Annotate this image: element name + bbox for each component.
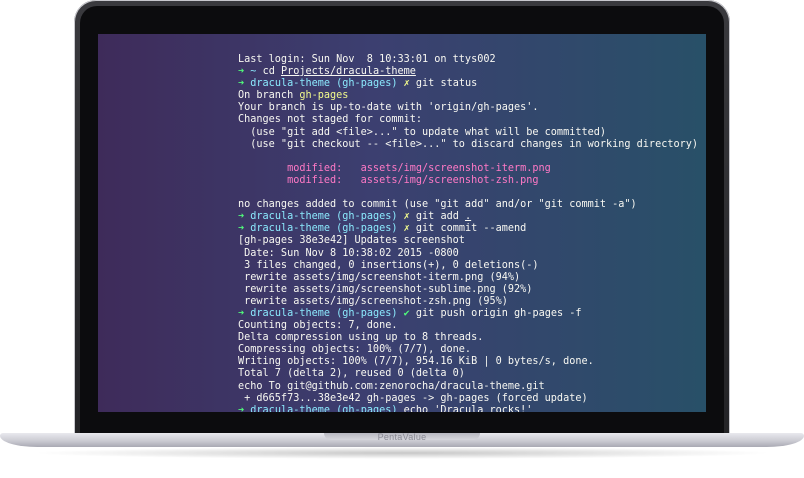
terminal-line: echo To git@github.com:zenorocha/dracula… xyxy=(238,381,698,393)
terminal-text-segment: ➜ xyxy=(238,404,251,412)
terminal-text-segment: (use "git add <file>..." to update what … xyxy=(238,126,607,138)
terminal-text-segment: echo 'Dracula rocks!' xyxy=(403,404,533,412)
terminal-text-segment: modified: assets/img/screenshot-zsh.png xyxy=(238,174,539,186)
terminal-text-segment: ✗ xyxy=(403,78,416,90)
terminal-text-segment: Writing objects: 100% (7/7), 954.16 KiB … xyxy=(238,356,594,368)
terminal-text-segment: git push origin gh-pages -f xyxy=(415,307,582,319)
terminal-line: Counting objects: 7, done. xyxy=(238,320,698,332)
terminal-output: Last login: Sun Nov 8 10:33:01 on ttys00… xyxy=(238,54,698,412)
terminal-text-segment: Delta compression using up to 8 threads. xyxy=(238,332,484,344)
terminal-text-segment: no changes added to commit (use "git add… xyxy=(238,199,637,211)
terminal-text-segment: Compressing objects: 100% (7/7), done. xyxy=(238,344,472,356)
terminal-text-segment: + d665f73...38e3e42 gh-pages -> gh-pages… xyxy=(238,392,588,404)
terminal-text-segment: dracula-theme xyxy=(250,223,337,235)
terminal-line: Compressing objects: 100% (7/7), done. xyxy=(238,344,698,356)
terminal-line: ➜ dracula-theme (gh-pages) ✔ git push or… xyxy=(238,308,698,320)
terminal-text-segment: ✗ xyxy=(403,211,416,223)
terminal-line: ➜ dracula-theme (gh-pages) ✗ git add . xyxy=(238,211,698,223)
terminal-line: Last login: Sun Nov 8 10:33:01 on ttys00… xyxy=(238,54,698,66)
terminal-line: ➜ ~ cd Projects/dracula-theme xyxy=(238,66,698,78)
terminal-text-segment: (gh-pages) xyxy=(336,211,404,223)
terminal-text-segment: dracula-theme xyxy=(250,78,337,90)
terminal-text-segment: Changes not staged for commit: xyxy=(238,114,423,126)
terminal-line: no changes added to commit (use "git add… xyxy=(238,199,698,211)
terminal-text-segment: rewrite assets/img/screenshot-sublime.pn… xyxy=(238,283,533,295)
terminal-text-segment: echo To git@github.com:zenorocha/dracula… xyxy=(238,380,545,392)
terminal-text-segment: ✗ xyxy=(403,223,416,235)
terminal-line: On branch gh-pages xyxy=(238,90,698,102)
terminal-line: Delta compression using up to 8 threads. xyxy=(238,332,698,344)
terminal-window[interactable]: Last login: Sun Nov 8 10:33:01 on ttys00… xyxy=(98,34,706,412)
terminal-line: rewrite assets/img/screenshot-zsh.png (9… xyxy=(238,296,698,308)
terminal-text-segment: rewrite assets/img/screenshot-iterm.png … xyxy=(238,271,521,283)
terminal-line: ➜ dracula-theme (gh-pages) echo 'Dracula… xyxy=(238,405,698,412)
terminal-text-segment: Your branch is up-to-date with 'origin/g… xyxy=(238,102,539,114)
terminal-text-segment: git commit --amend xyxy=(415,223,527,235)
terminal-text-segment: Counting objects: 7, done. xyxy=(238,320,398,332)
laptop-shadow xyxy=(30,447,774,459)
terminal-text-segment: (gh-pages) xyxy=(336,78,404,90)
terminal-line: rewrite assets/img/screenshot-sublime.pn… xyxy=(238,284,698,296)
terminal-text-segment: ➜ xyxy=(238,223,251,235)
terminal-text-segment: git add xyxy=(415,211,465,223)
terminal-text-segment: (gh-pages) xyxy=(336,307,404,319)
terminal-text-segment: gh-pages xyxy=(299,90,349,102)
terminal-line: + d665f73...38e3e42 gh-pages -> gh-pages… xyxy=(238,393,698,405)
terminal-text-segment: ➜ xyxy=(238,211,251,223)
terminal-text-segment: Last login: Sun Nov 8 10:33:01 on ttys00… xyxy=(238,54,496,65)
terminal-text-segment: modified: assets/img/screenshot-iterm.pn… xyxy=(238,162,551,174)
terminal-line: Total 7 (delta 2), reused 0 (delta 0) xyxy=(238,368,698,380)
terminal-line: modified: assets/img/screenshot-zsh.png xyxy=(238,175,698,187)
terminal-text-segment: ➜ xyxy=(238,66,251,78)
terminal-text-segment: On branch xyxy=(238,90,300,102)
terminal-text-segment: git status xyxy=(415,78,478,90)
terminal-text-segment: (use "git checkout -- <file>..." to disc… xyxy=(238,138,699,150)
terminal-text-segment: dracula-theme xyxy=(250,211,337,223)
terminal-line: 3 files changed, 0 insertions(+), 0 dele… xyxy=(238,260,698,272)
terminal-line: (use "git checkout -- <file>..." to disc… xyxy=(238,139,698,151)
terminal-line: [gh-pages 38e3e42] Updates screenshot xyxy=(238,235,698,247)
terminal-line: ➜ dracula-theme (gh-pages) ✗ git commit … xyxy=(238,223,698,235)
terminal-text-segment: [gh-pages 38e3e42] Updates screenshot xyxy=(238,235,465,247)
terminal-line: Your branch is up-to-date with 'origin/g… xyxy=(238,102,698,114)
terminal-text-segment: 3 files changed, 0 insertions(+), 0 dele… xyxy=(238,259,539,271)
terminal-text-segment: . xyxy=(464,211,472,223)
terminal-line: (use "git add <file>..." to update what … xyxy=(238,127,698,139)
terminal-text-segment: Projects/dracula-theme xyxy=(280,66,416,78)
terminal-text-segment: rewrite assets/img/screenshot-zsh.png (9… xyxy=(238,295,508,307)
terminal-text-segment: (gh-pages) xyxy=(336,223,404,235)
terminal-text-segment: dracula-theme xyxy=(250,307,337,319)
brand-label: PentaValue xyxy=(377,432,427,442)
terminal-line: Writing objects: 100% (7/7), 954.16 KiB … xyxy=(238,356,698,368)
terminal-text-segment: Total 7 (delta 2), reused 0 (delta 0) xyxy=(238,368,465,380)
terminal-text-segment: cd xyxy=(262,66,281,78)
terminal-line: Changes not staged for commit: xyxy=(238,114,698,126)
terminal-line: modified: assets/img/screenshot-iterm.pn… xyxy=(238,163,698,175)
terminal-line: Date: Sun Nov 8 10:38:02 2015 -0800 xyxy=(238,248,698,260)
terminal-text-segment: ➜ xyxy=(238,307,251,319)
terminal-text-segment: ✔ xyxy=(403,307,416,319)
terminal-text-segment: ~ xyxy=(250,66,263,78)
terminal-line: rewrite assets/img/screenshot-iterm.png … xyxy=(238,272,698,284)
terminal-text-segment: Date: Sun Nov 8 10:38:02 2015 -0800 xyxy=(238,247,459,259)
terminal-line: ➜ dracula-theme (gh-pages) ✗ git status xyxy=(238,78,698,90)
terminal-text-segment: ➜ xyxy=(238,78,251,90)
terminal-text-segment: (gh-pages) xyxy=(336,404,404,412)
terminal-text-segment: dracula-theme xyxy=(250,404,337,412)
